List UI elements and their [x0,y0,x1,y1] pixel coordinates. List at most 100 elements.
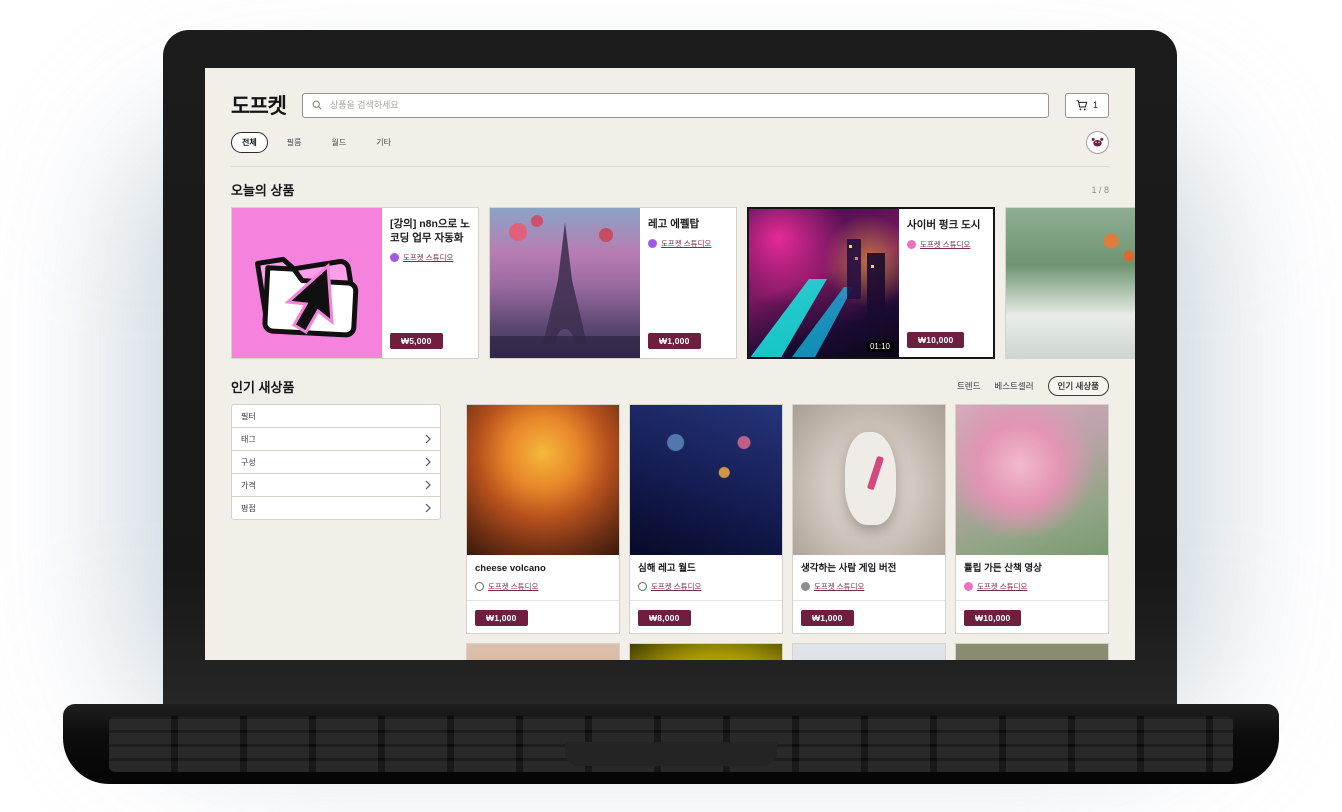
tab-popular-new[interactable]: 인기 새상품 [1048,376,1109,396]
folder-cursor-illustration [232,208,382,358]
logo[interactable]: 도프켓 [231,90,286,120]
product-image [630,405,782,555]
seller-name[interactable]: 도프켓 스튜디오 [814,581,864,592]
product-image [793,405,945,555]
cart-count: 1 [1093,100,1098,110]
seller-name[interactable]: 도프켓 스튜디오 [661,238,711,249]
category-chips: 전체 필름 월드 기타 [231,132,402,153]
today-carousel: [강의] n8n으로 노코딩 업무 자동화 도프켓 스튜디오 ₩5,000 [231,207,1109,359]
popular-section: 인기 새상품 트렌드 베스트셀러 인기 새상품 필터 태그 [231,376,1109,660]
category-chip-etc[interactable]: 기타 [365,132,402,153]
seller-avatar [390,253,399,262]
price-badge: ₩1,000 [648,333,701,349]
profile-avatar[interactable] [1086,131,1109,154]
product-card-cyberpunk[interactable]: 01:10 사이버 펑크 도시 도프켓 스튜디오 ₩10,000 [747,207,995,359]
search-input[interactable] [328,99,1039,111]
price-badge: ₩10,000 [964,610,1021,626]
product-image [793,644,945,660]
seller-name[interactable]: 도프켓 스튜디오 [403,252,453,263]
product-title: cheese volcano [475,563,611,575]
product-title: 튤립 가든 산책 영상 [964,563,1100,575]
product-title: [강의] n8n으로 노코딩 업무 자동화 [390,217,470,245]
filter-label: 태그 [241,434,256,445]
seller-name[interactable]: 도프켓 스튜디오 [651,581,701,592]
product-grid: cheese volcano 도프켓 스튜디오 ₩1,000 [466,404,1109,660]
product-title: 생각하는 사람 게임 버전 [801,563,937,575]
laptop-lid: 도프켓 1 [163,30,1177,704]
eiffel-illustration [490,208,640,358]
main-content: 오늘의 상품 1 / 8 [205,167,1135,660]
product-image [630,644,782,660]
price-badge: ₩5,000 [390,333,443,349]
filter-sidebar: 필터 태그 구성 가격 [231,404,441,520]
product-card-row2-2[interactable] [629,643,783,660]
cyberpunk-illustration [749,209,899,357]
product-card-row2-3[interactable] [792,643,946,660]
product-title: 사이버 펑크 도시 [907,218,985,232]
product-card-deepsea[interactable]: 심해 레고 월드 도프켓 스튜디오 ₩8,000 [629,404,783,634]
seller-avatar [475,582,484,591]
product-card-eiffel[interactable]: 레고 에펠탑 도프켓 스튜디오 ₩1,000 [489,207,737,359]
laptop-hinge-notch [565,742,777,766]
category-chip-all[interactable]: 전체 [231,132,268,153]
price-badge: ₩10,000 [907,332,964,348]
search-bar[interactable] [302,93,1049,118]
page-header: 도프켓 1 [205,68,1135,167]
duration-badge: 01:10 [866,341,894,352]
cart-icon [1076,100,1088,111]
seller-avatar [648,239,657,248]
tab-bestseller[interactable]: 베스트셀러 [994,377,1033,395]
product-title: 심해 레고 월드 [638,563,774,575]
section-title-today: 오늘의 상품 [231,180,294,199]
popular-tabs: 트렌드 베스트셀러 인기 새상품 [957,376,1109,396]
search-icon [312,100,322,110]
product-card-partial[interactable] [1005,207,1135,359]
product-card-row2-1[interactable] [466,643,620,660]
seller-avatar [907,240,916,249]
filter-item-tag[interactable]: 태그 [231,427,441,451]
product-title: 레고 에펠탑 [648,217,728,231]
filter-item-price[interactable]: 가격 [231,473,441,497]
product-image [490,208,640,358]
product-image [467,405,619,555]
seller-avatar [801,582,810,591]
filter-item-composition[interactable]: 구성 [231,450,441,474]
chevron-right-icon [425,480,431,490]
filter-item-filter[interactable]: 필터 [231,404,441,428]
filter-item-rating[interactable]: 평점 [231,496,441,520]
product-image [956,405,1108,555]
product-image [956,644,1108,660]
product-card-tulip[interactable]: 튤립 가든 산책 영상 도프켓 스튜디오 ₩10,000 [955,404,1109,634]
product-card-thinker[interactable]: 생각하는 사람 게임 버전 도프켓 스튜디오 ₩1,000 [792,404,946,634]
carousel-pagination: 1 / 8 [1091,185,1109,195]
price-badge: ₩1,000 [801,610,854,626]
seller-name[interactable]: 도프켓 스튜디오 [977,581,1027,592]
product-image [467,644,619,660]
seller-avatar [638,582,647,591]
app-window: 도프켓 1 [205,68,1135,660]
product-card-n8n[interactable]: [강의] n8n으로 노코딩 업무 자동화 도프켓 스튜디오 ₩5,000 [231,207,479,359]
section-title-popular: 인기 새상품 [231,377,294,396]
filter-label: 가격 [241,480,256,491]
product-image [232,208,382,358]
price-badge: ₩1,000 [475,610,528,626]
category-chip-film[interactable]: 필름 [276,132,313,153]
laptop-base [63,704,1279,784]
seller-name[interactable]: 도프켓 스튜디오 [920,239,970,250]
category-chip-world[interactable]: 월드 [320,132,357,153]
seller-name[interactable]: 도프켓 스튜디오 [488,581,538,592]
product-card-volcano[interactable]: cheese volcano 도프켓 스튜디오 ₩1,000 [466,404,620,634]
cart-button[interactable]: 1 [1065,93,1109,118]
chevron-right-icon [425,503,431,513]
price-badge: ₩8,000 [638,610,691,626]
product-image [1006,208,1135,358]
product-card-row2-4[interactable] [955,643,1109,660]
seller-avatar [964,582,973,591]
tab-trend[interactable]: 트렌드 [957,377,980,395]
chevron-right-icon [425,457,431,467]
product-video-thumbnail: 01:10 [749,209,899,357]
filter-label: 필터 [241,411,256,422]
filter-label: 구성 [241,457,256,468]
chevron-right-icon [425,434,431,444]
filter-label: 평점 [241,503,256,514]
